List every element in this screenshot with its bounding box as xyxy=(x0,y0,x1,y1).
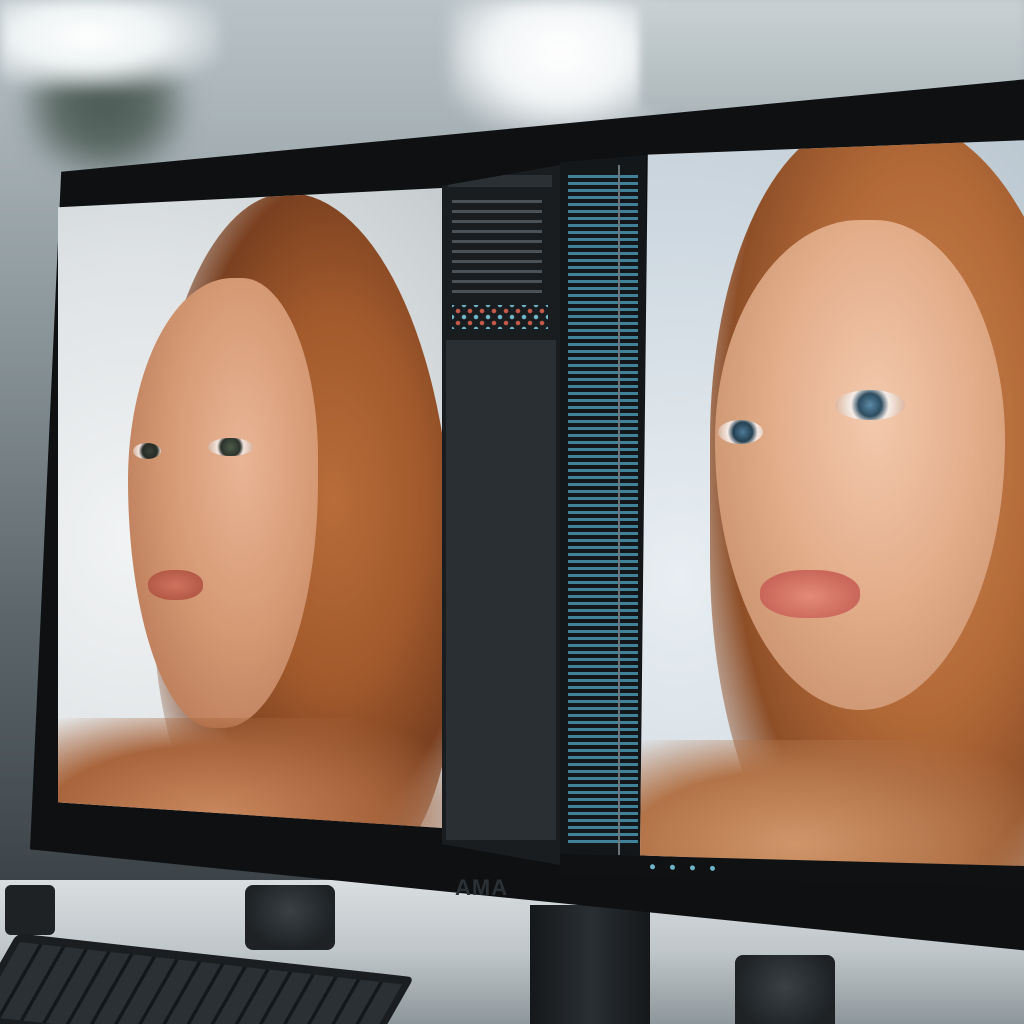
speaker-right xyxy=(735,955,835,1024)
portrait-right-shoulder xyxy=(640,740,1024,870)
status-dot[interactable] xyxy=(690,865,695,871)
portrait-right-eye-far xyxy=(718,420,763,444)
portrait-right-lips xyxy=(760,570,860,618)
portrait-before-viewport[interactable] xyxy=(58,188,442,828)
desk-object xyxy=(5,885,55,935)
status-dot[interactable] xyxy=(650,864,655,870)
layers-timeline[interactable] xyxy=(560,155,646,865)
panel-settings-list[interactable] xyxy=(452,200,542,300)
monitor-stand xyxy=(530,905,650,1024)
adjustments-panel[interactable] xyxy=(442,165,560,865)
monitor-brand-logo: AMA xyxy=(455,875,509,900)
photo-editing-scene: AMA xyxy=(0,0,1024,1024)
background-window-light xyxy=(0,0,220,90)
speaker-left xyxy=(245,885,335,950)
timeline-tracks[interactable] xyxy=(568,175,638,845)
background-window-light-2 xyxy=(450,0,670,130)
portrait-right-eye-near xyxy=(835,390,905,420)
timeline-ruler[interactable] xyxy=(618,165,620,855)
panel-body xyxy=(446,340,556,840)
portrait-left-lips xyxy=(148,570,203,600)
panel-swatches[interactable] xyxy=(452,305,548,329)
status-dot[interactable] xyxy=(710,865,715,871)
portrait-left-eye-near xyxy=(208,438,253,456)
portrait-left-eye-far xyxy=(133,443,161,459)
portrait-after-viewport[interactable] xyxy=(640,140,1024,870)
status-dot[interactable] xyxy=(670,864,675,870)
